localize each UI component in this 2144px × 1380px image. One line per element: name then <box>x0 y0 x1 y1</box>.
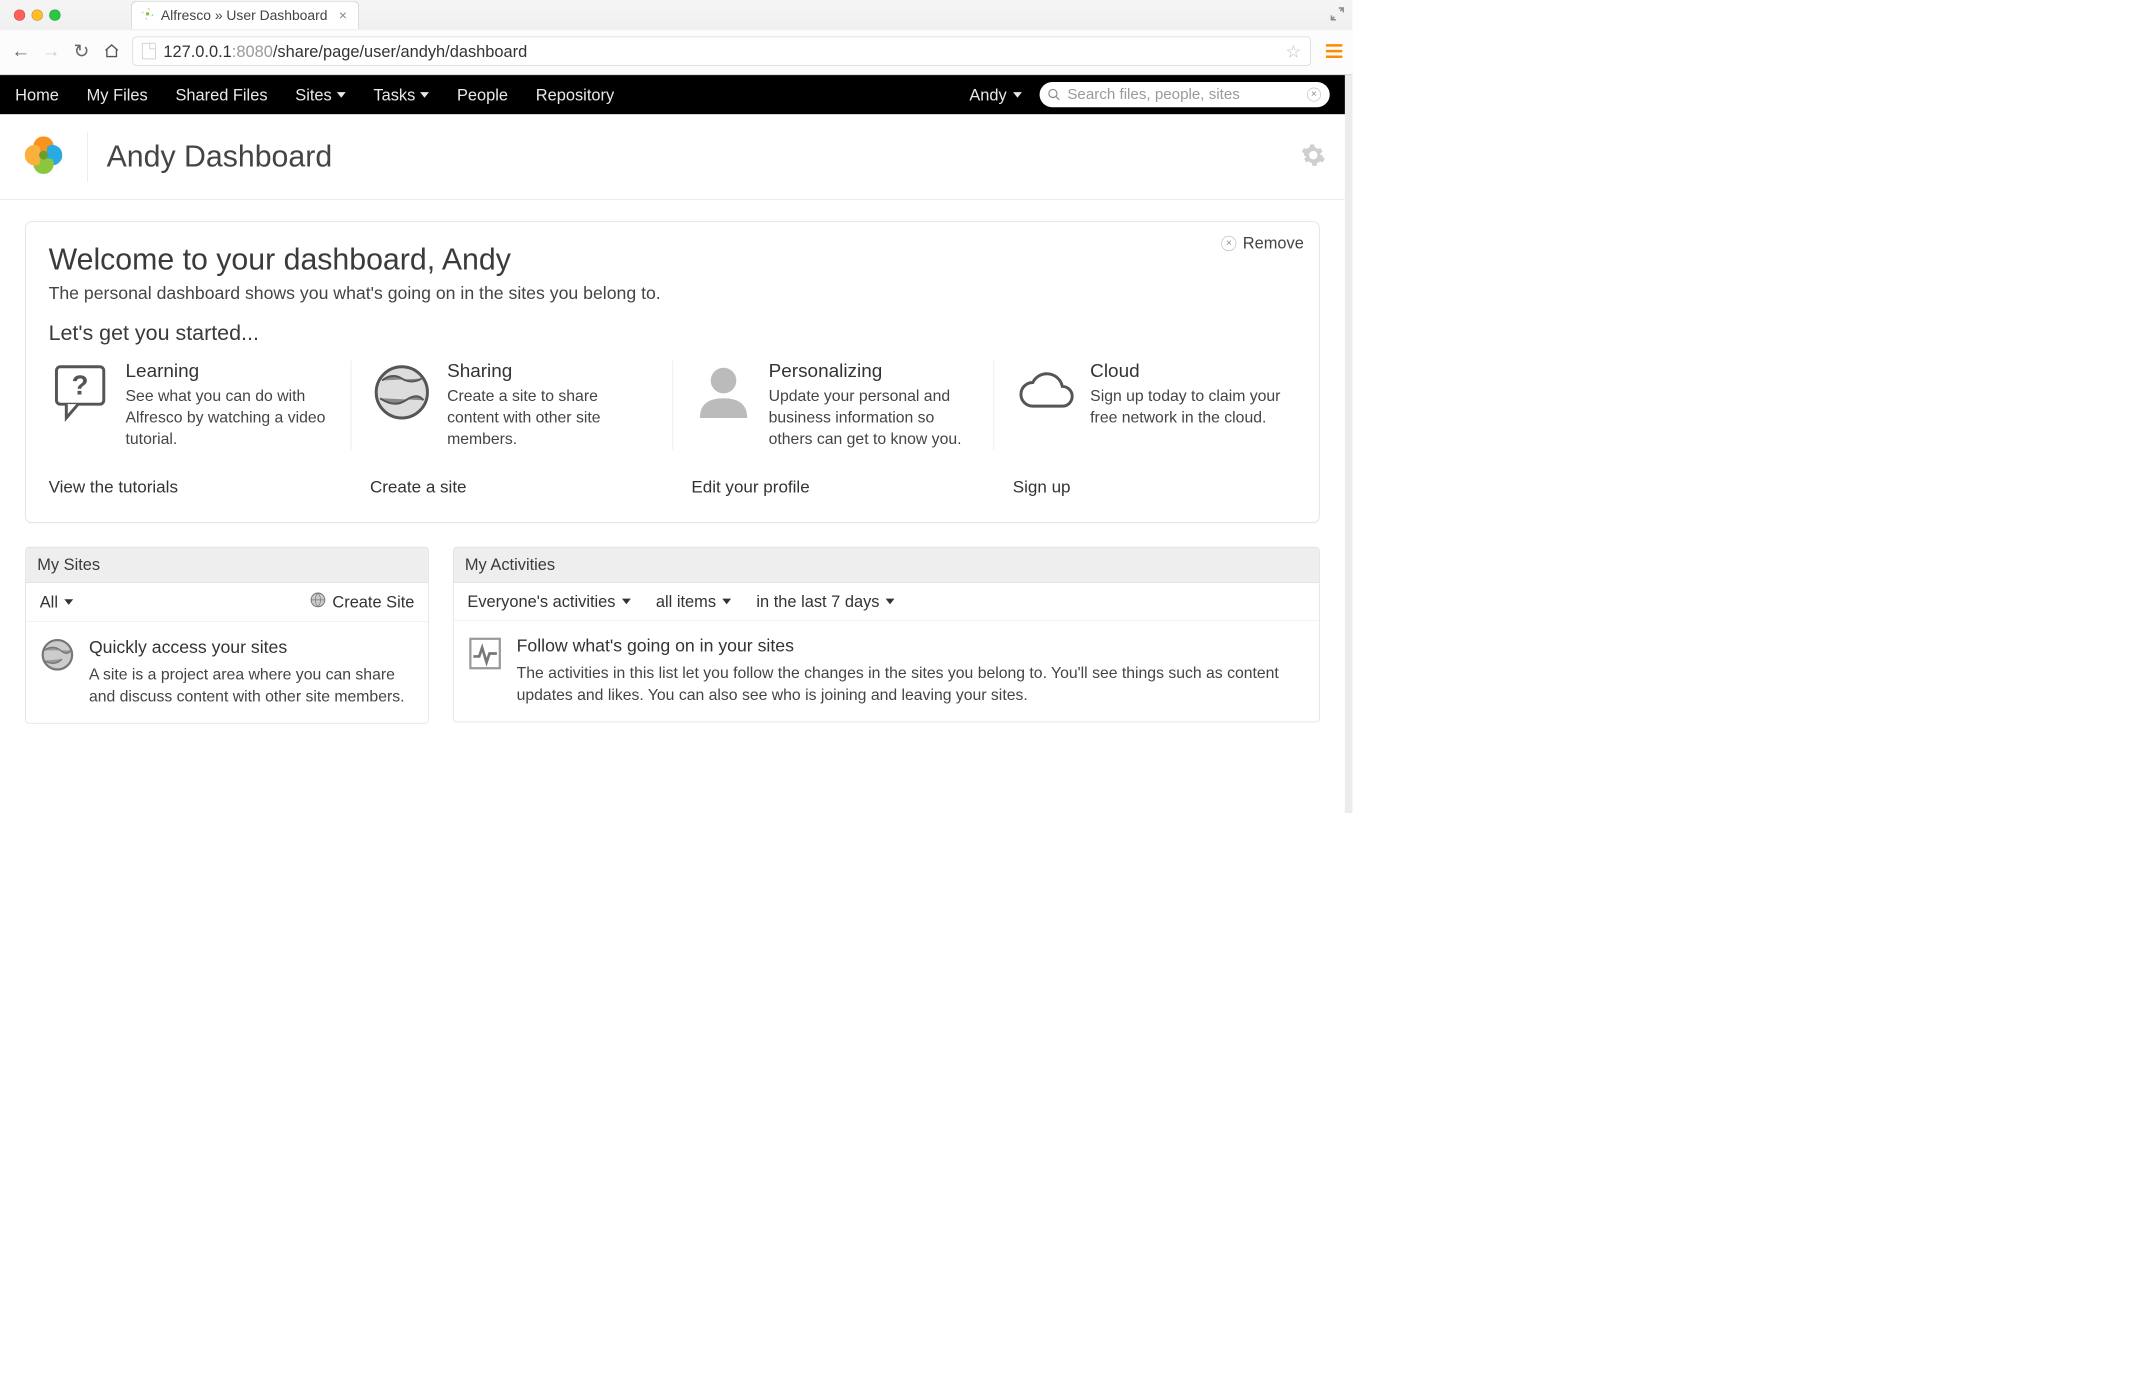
page-icon <box>142 43 156 59</box>
window-controls[interactable] <box>5 9 68 20</box>
alfresco-logo-icon <box>19 131 68 183</box>
dashlet-body-title: Quickly access your sites <box>89 637 414 657</box>
dashlet-body-title: Follow what's going on in your sites <box>517 636 1306 656</box>
activities-when-dropdown[interactable]: in the last 7 days <box>756 592 894 612</box>
browser-chrome: Alfresco » User Dashboard × ← → ↻ 127.0.… <box>0 0 1352 75</box>
activity-pulse-icon <box>467 636 502 707</box>
svg-text:?: ? <box>72 369 89 400</box>
question-bubble-icon: ? <box>49 361 112 424</box>
globe-icon <box>40 637 75 708</box>
activities-who-dropdown[interactable]: Everyone's activities <box>467 592 630 612</box>
cloud-icon <box>1013 361 1076 424</box>
dashlet-my-sites: My Sites All Create Site Quickly access … <box>25 547 429 724</box>
nav-home[interactable]: Home <box>15 85 59 105</box>
search-input[interactable] <box>1067 86 1300 104</box>
link-view-tutorials[interactable]: View the tutorials <box>49 478 351 498</box>
tile-title: Personalizing <box>769 361 975 382</box>
dashlet-body-desc: A site is a project area where you can s… <box>89 664 414 708</box>
close-window-icon[interactable] <box>14 9 25 20</box>
reload-button[interactable]: ↻ <box>72 42 91 61</box>
chevron-down-icon <box>1013 92 1022 98</box>
app-nav-bar: Home My Files Shared Files Sites Tasks P… <box>0 75 1345 114</box>
page-title: Andy Dashboard <box>107 139 333 174</box>
nav-my-files[interactable]: My Files <box>87 85 148 105</box>
chevron-down-icon <box>64 599 73 605</box>
tile-desc: Sign up today to claim your free network… <box>1090 386 1296 429</box>
minimize-window-icon[interactable] <box>32 9 43 20</box>
welcome-title: Welcome to your dashboard, Andy <box>49 242 1297 277</box>
tile-title: Learning <box>126 361 332 382</box>
maximize-window-icon[interactable] <box>49 9 60 20</box>
link-edit-profile[interactable]: Edit your profile <box>691 478 993 498</box>
tile-personalizing: Personalizing Update your personal and b… <box>692 361 995 450</box>
home-button[interactable] <box>102 42 121 61</box>
bookmark-star-icon[interactable]: ☆ <box>1286 41 1302 62</box>
fullscreen-icon[interactable] <box>1328 5 1346 27</box>
browser-menu-icon[interactable] <box>1326 44 1342 58</box>
welcome-panel: × Remove Welcome to your dashboard, Andy… <box>25 221 1319 523</box>
tab-title: Alfresco » User Dashboard <box>161 7 328 23</box>
back-button[interactable]: ← <box>11 42 30 61</box>
tile-sharing: Sharing Create a site to share content w… <box>370 361 673 450</box>
sites-filter-dropdown[interactable]: All <box>40 592 73 612</box>
address-bar[interactable]: 127.0.0.1:8080/share/page/user/andyh/das… <box>132 37 1310 66</box>
nav-people[interactable]: People <box>457 85 508 105</box>
search-icon <box>1047 88 1061 102</box>
dashlet-body-desc: The activities in this list let you foll… <box>517 662 1306 706</box>
page-header: Andy Dashboard <box>0 114 1345 200</box>
chevron-down-icon <box>722 599 731 605</box>
dashlet-header: My Sites <box>26 548 428 583</box>
tile-title: Cloud <box>1090 361 1296 382</box>
forward-button[interactable]: → <box>42 42 61 61</box>
welcome-subtitle: The personal dashboard shows you what's … <box>49 283 1297 303</box>
chevron-down-icon <box>337 92 346 98</box>
activities-what-dropdown[interactable]: all items <box>656 592 731 612</box>
dashlet-header: My Activities <box>454 548 1319 583</box>
tab-close-icon[interactable]: × <box>339 7 347 23</box>
dashlet-my-activities: My Activities Everyone's activities all … <box>453 547 1320 722</box>
search-box[interactable]: × <box>1040 82 1330 107</box>
settings-gear-icon[interactable] <box>1301 143 1326 171</box>
link-create-site[interactable]: Create a site <box>370 478 672 498</box>
user-menu[interactable]: Andy <box>969 85 1022 105</box>
url-text: 127.0.0.1:8080/share/page/user/andyh/das… <box>163 41 527 61</box>
tile-cloud: Cloud Sign up today to claim your free n… <box>1013 361 1296 450</box>
chevron-down-icon <box>886 599 895 605</box>
nav-repository[interactable]: Repository <box>536 85 614 105</box>
get-started-heading: Let's get you started... <box>49 321 1297 346</box>
tile-title: Sharing <box>447 361 653 382</box>
remove-welcome-button[interactable]: × Remove <box>1221 233 1304 253</box>
close-icon: × <box>1221 236 1236 251</box>
globe-icon <box>310 592 326 613</box>
tile-desc: Update your personal and business inform… <box>769 386 975 450</box>
nav-sites[interactable]: Sites <box>295 85 345 105</box>
globe-icon <box>370 361 433 424</box>
link-sign-up[interactable]: Sign up <box>1013 478 1297 498</box>
chevron-down-icon <box>420 92 429 98</box>
browser-tab[interactable]: Alfresco » User Dashboard × <box>131 1 359 29</box>
tile-desc: See what you can do with Alfresco by wat… <box>126 386 332 450</box>
nav-shared-files[interactable]: Shared Files <box>175 85 267 105</box>
tile-desc: Create a site to share content with othe… <box>447 386 653 450</box>
chevron-down-icon <box>622 599 631 605</box>
tile-learning: ? Learning See what you can do with Alfr… <box>49 361 352 450</box>
create-site-link[interactable]: Create Site <box>310 592 415 613</box>
alfresco-favicon-icon <box>141 7 155 25</box>
search-clear-icon[interactable]: × <box>1307 88 1321 102</box>
person-icon <box>692 361 755 424</box>
nav-tasks[interactable]: Tasks <box>373 85 429 105</box>
